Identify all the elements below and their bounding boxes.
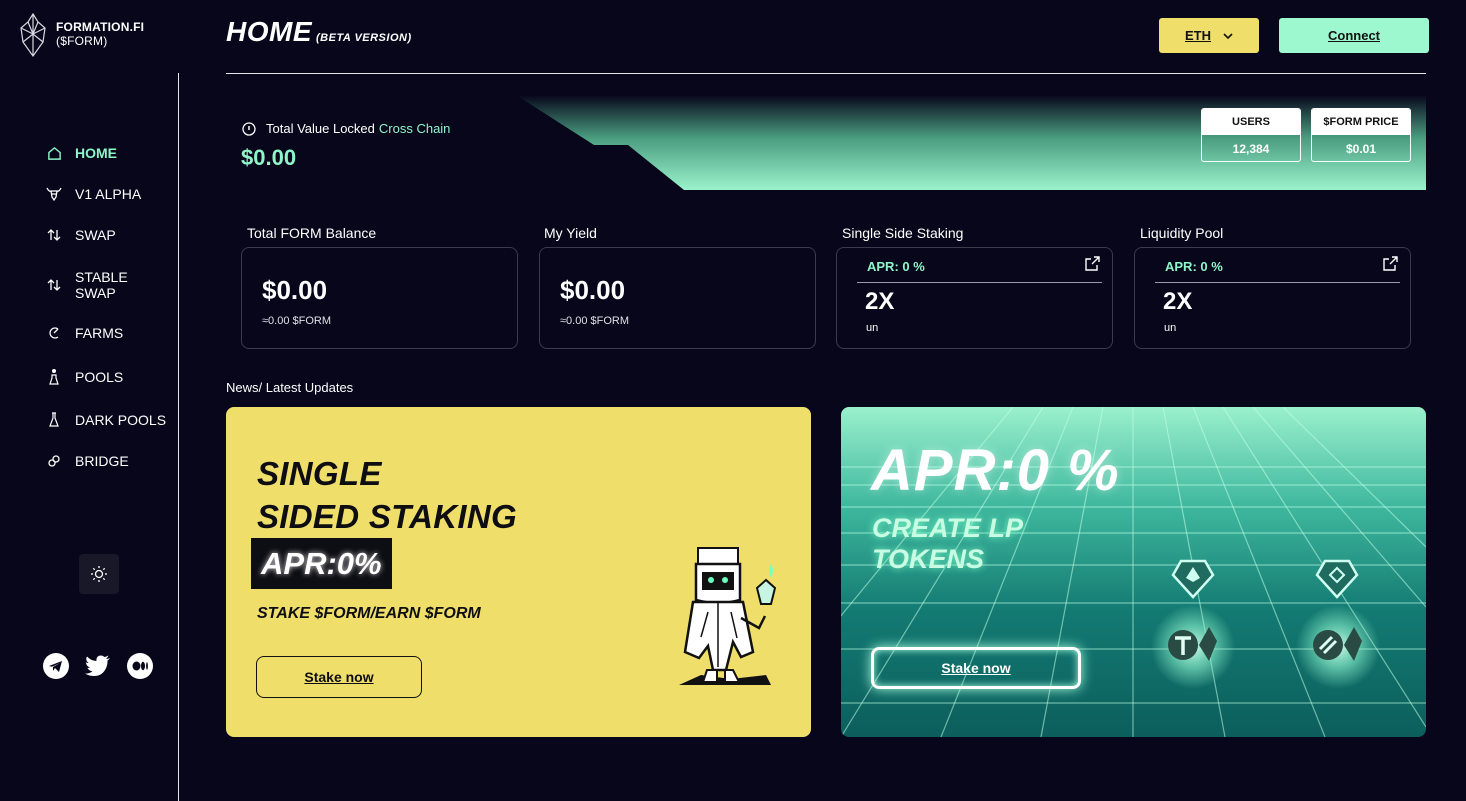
lp-card-title: Liquidity Pool bbox=[1140, 225, 1224, 241]
sun-icon bbox=[91, 566, 107, 582]
external-link-icon[interactable] bbox=[1085, 256, 1100, 271]
chevron-down-icon bbox=[1223, 32, 1233, 39]
sidebar-item-label: SWAP bbox=[75, 227, 116, 243]
yield-value: $0.00 bbox=[560, 275, 626, 305]
staking-unit: un bbox=[866, 322, 879, 334]
staking-promo-title-line1: SINGLE bbox=[257, 455, 382, 492]
sidebar-item-label: POOLS bbox=[75, 369, 124, 385]
tvl-label: Total Value Locked bbox=[266, 121, 375, 136]
stake-now-button[interactable]: Stake now bbox=[871, 647, 1081, 689]
sidebar-item-dark-pools[interactable]: DARK POOLS bbox=[46, 412, 166, 428]
sidebar-item-label-line2: SWAP bbox=[75, 285, 116, 301]
sidebar-item-label: HOME bbox=[75, 145, 117, 161]
sidebar-item-label: STABLE bbox=[75, 269, 128, 285]
staking-multiplier: 2X bbox=[865, 288, 895, 315]
stake-now-button[interactable]: Stake now bbox=[256, 656, 422, 698]
users-stat: USERS 12,384 bbox=[1201, 108, 1301, 162]
external-link-icon[interactable] bbox=[1383, 256, 1398, 271]
lp-promo-card: APR:0 % CREATE LP TOKENS Stake now bbox=[841, 407, 1426, 737]
staking-promo-apr: APR:0% bbox=[251, 538, 392, 589]
connect-wallet-button[interactable]: Connect bbox=[1279, 18, 1429, 53]
yield-card-title: My Yield bbox=[544, 225, 597, 241]
network-label: ETH bbox=[1185, 28, 1211, 43]
form-price-label: $FORM PRICE bbox=[1312, 109, 1410, 135]
yield-card: $0.00 ≈0.00 $FORM bbox=[539, 247, 816, 349]
sidebar-item-bridge[interactable]: BRIDGE bbox=[46, 453, 129, 469]
swap-arrows-icon bbox=[46, 227, 62, 243]
theme-toggle-button[interactable] bbox=[79, 554, 119, 594]
balance-value: $0.00 bbox=[262, 275, 328, 305]
users-value: 12,384 bbox=[1232, 141, 1270, 156]
brand-ticker: ($FORM) bbox=[56, 34, 108, 48]
users-label: USERS bbox=[1202, 109, 1300, 135]
sidebar-item-pools[interactable]: POOLS bbox=[46, 369, 123, 385]
news-heading: News/ Latest Updates bbox=[226, 380, 354, 395]
usdt-pair-token-icon bbox=[1151, 605, 1235, 689]
sidebar-item-v1-alpha[interactable]: V1 ALPHA bbox=[46, 186, 141, 202]
bull-icon bbox=[46, 186, 62, 202]
balance-card: $0.00 ≈0.00 $FORM bbox=[241, 247, 518, 349]
medium-icon[interactable] bbox=[127, 653, 153, 679]
tvl-value: $0.00 bbox=[241, 145, 297, 170]
sidebar-item-farms[interactable]: FARMS bbox=[46, 325, 123, 341]
sidebar-item-stable-swap[interactable]: STABLE SWAP bbox=[46, 269, 128, 301]
link-icon bbox=[46, 453, 62, 469]
network-select-button[interactable]: ETH bbox=[1159, 18, 1259, 53]
sidebar-item-label: DARK POOLS bbox=[75, 412, 167, 428]
lp-multiplier: 2X bbox=[1163, 288, 1193, 315]
staking-apr: APR: 0 % bbox=[867, 259, 925, 274]
header-divider bbox=[226, 73, 1426, 74]
busd-pair-token-icon bbox=[1296, 605, 1380, 689]
sidebar-divider bbox=[178, 73, 179, 801]
staking-promo-tagline: STAKE $FORM/EARN $FORM bbox=[257, 605, 481, 622]
formation-logo-icon bbox=[20, 12, 46, 58]
yield-sub: ≈0.00 $FORM bbox=[560, 315, 630, 327]
sidebar-item-home[interactable]: HOME bbox=[46, 145, 117, 161]
staking-card[interactable]: APR: 0 % 2X un bbox=[836, 247, 1113, 349]
page-title-subtitle: (BETA VERSION) bbox=[316, 32, 412, 44]
pool-icon bbox=[46, 369, 62, 385]
sidebar-item-swap[interactable]: SWAP bbox=[46, 227, 116, 243]
eth-shield-icon bbox=[1171, 559, 1215, 599]
sidebar: FORMATION.FI ($FORM) HOME V1 ALPHA SWAP bbox=[0, 0, 179, 801]
sidebar-item-label: FARMS bbox=[75, 325, 124, 341]
lp-promo-title-line2: TOKENS bbox=[872, 544, 985, 574]
form-price-value: $0.01 bbox=[1345, 141, 1377, 156]
robot-mascot-icon bbox=[679, 547, 777, 685]
lp-card[interactable]: APR: 0 % 2X un bbox=[1134, 247, 1411, 349]
page-title: HOME (BETA VERSION) bbox=[226, 16, 412, 48]
staking-promo-card: SINGLE SIDED STAKING APR:0% STAKE $FORM/… bbox=[226, 407, 811, 737]
brand-logo[interactable]: FORMATION.FI ($FORM) bbox=[18, 12, 144, 58]
balance-card-title: Total FORM Balance bbox=[247, 225, 377, 241]
swap-arrows-icon bbox=[46, 277, 62, 293]
balance-sub: ≈0.00 $FORM bbox=[262, 315, 332, 327]
telegram-icon[interactable] bbox=[43, 653, 69, 679]
lp-apr: APR: 0 % bbox=[1165, 259, 1223, 274]
lp-promo-title-line1: CREATE LP bbox=[872, 513, 1024, 543]
sidebar-item-label: BRIDGE bbox=[75, 453, 129, 469]
form-price-stat: $FORM PRICE $0.01 bbox=[1311, 108, 1411, 162]
social-links bbox=[43, 653, 153, 679]
page-title-text: HOME bbox=[226, 16, 312, 47]
sidebar-item-label: V1 ALPHA bbox=[75, 186, 142, 202]
lp-unit: un bbox=[1164, 322, 1177, 334]
farm-icon bbox=[46, 325, 62, 341]
brand-name: FORMATION.FI bbox=[56, 20, 145, 34]
info-icon bbox=[242, 121, 256, 136]
card-divider bbox=[857, 282, 1102, 283]
staking-card-title: Single Side Staking bbox=[842, 225, 964, 241]
tvl-label-highlight: Cross Chain bbox=[378, 121, 451, 136]
lp-promo-apr: APR:0 % bbox=[871, 438, 1120, 503]
twitter-icon[interactable] bbox=[85, 653, 111, 679]
bnb-shield-icon bbox=[1315, 559, 1359, 599]
card-divider bbox=[1155, 282, 1400, 283]
home-icon bbox=[46, 145, 62, 161]
tvl-banner: Total Value Locked Cross Chain $0.00 USE… bbox=[226, 95, 1426, 190]
staking-promo-title-line2: SIDED STAKING bbox=[257, 498, 517, 535]
flask-icon bbox=[46, 412, 62, 428]
